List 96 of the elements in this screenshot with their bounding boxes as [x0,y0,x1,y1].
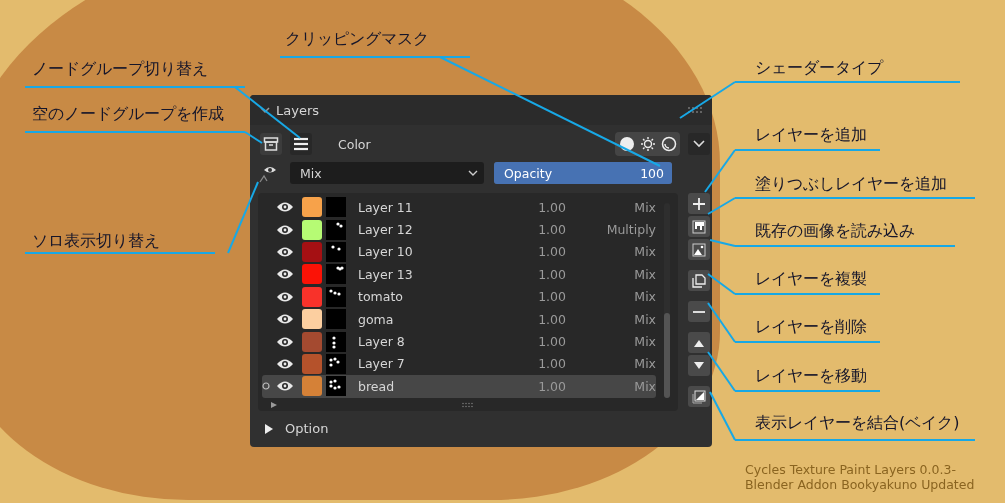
minus-icon [693,309,705,314]
merge-layers-button[interactable] [688,386,710,407]
color-swatch[interactable] [302,219,322,240]
remove-button[interactable] [688,301,710,322]
layer-name: tomato [357,289,404,305]
mask-thumbnail [326,353,346,374]
annotation-label: 既存の画像を読み込み [755,220,915,242]
layer-row[interactable]: Layer 13 1.00 Mix [262,263,656,286]
layer-row[interactable]: Layer 8 1.00 Mix [262,330,656,353]
layer-name: Layer 10 [357,244,414,260]
layer-name: goma [357,311,395,327]
annotation-label: レイヤーを削除 [755,316,867,338]
annotation-label: 表示レイヤーを結合(ベイク) [755,412,960,434]
up-triangle-icon [694,338,704,347]
opacity-slider[interactable]: Opacity 100 [494,162,672,184]
layer-blend-mode: Mix [633,311,656,327]
color-swatch[interactable] [302,376,322,397]
layer-opacity: 1.00 [537,222,566,238]
duplicate-button[interactable] [688,270,710,291]
panel-title: Layers [276,102,321,118]
mask-thumbnail [326,219,346,240]
annotation-label: シェーダータイプ [755,57,883,79]
add-button[interactable] [688,193,710,214]
mask-thumbnail [326,197,346,218]
fill-layer-button[interactable] [688,216,710,237]
dropdown-button[interactable] [688,133,710,155]
color-swatch[interactable] [302,353,322,374]
drag-handle-icon[interactable] [688,106,702,114]
layer-name: Layer 11 [357,199,414,215]
layer-blend-mode: Mix [633,266,656,282]
annotation-label: クリッピングマスク [285,28,429,50]
mask-thumbnail [326,331,346,352]
annotation-label: レイヤーを複製 [755,268,867,290]
color-swatch[interactable] [302,331,322,352]
layer-blend-mode: Mix [633,289,656,305]
annotation-label: 塗りつぶしレイヤーを追加 [755,173,947,195]
layer-name: Layer 7 [357,356,406,372]
color-swatch[interactable] [302,264,322,285]
color-swatch[interactable] [302,286,322,307]
annotation-label: ソロ表示切り替え [32,230,160,252]
move-down-button[interactable] [688,355,710,376]
layer-opacity: 1.00 [537,266,566,282]
resize-handle-icon[interactable] [462,401,474,408]
layer-name: Layer 8 [357,334,406,350]
color-swatch[interactable] [302,241,322,262]
annotation-label: レイヤーを追加 [755,124,867,146]
menu-button[interactable] [290,133,312,155]
chevron-down-icon [693,140,705,148]
expand-triangle-icon[interactable] [270,400,278,409]
annotation-label: 空のノードグループを作成 [32,103,224,125]
chevron-down-icon [468,170,478,176]
layer-blend-mode: Mix [633,199,656,215]
collapsed-triangle-icon[interactable] [264,423,273,434]
mask-thumbnail [326,264,346,285]
chevron-icon[interactable] [260,105,270,115]
color-swatch[interactable] [302,197,322,218]
option-label[interactable]: Option [285,421,329,436]
mask-thumbnail [326,286,346,307]
layer-row[interactable]: Layer 11 1.00 Mix [262,196,656,219]
mask-thumbnail [326,309,346,330]
layer-opacity: 1.00 [537,311,566,327]
caption: Cycles Texture Paint Layers 0.0.3- Blender Addon Bookyakuno Updated [745,462,975,492]
layer-blend-mode: Mix [633,356,656,372]
layer-opacity: 1.00 [537,378,566,394]
layer-row[interactable]: Layer 12 1.00 Multiply [262,218,656,241]
layer-opacity: 1.00 [537,334,566,350]
layer-opacity: 1.00 [537,289,566,305]
move-up-button[interactable] [688,332,710,353]
mask-thumbnail [326,241,346,262]
blend-mode-dropdown[interactable]: Mix [290,162,484,184]
layer-row[interactable]: Layer 7 1.00 Mix [262,352,656,376]
down-triangle-icon [694,361,704,370]
color-swatch[interactable] [302,309,322,330]
layer-row[interactable]: tomato 1.00 Mix [262,285,656,308]
layer-row[interactable]: goma 1.00 Mix [262,307,656,331]
scrollbar-thumb[interactable] [664,313,670,398]
layer-row[interactable]: bread 1.00 Mix [262,375,656,398]
layer-name: bread [357,378,396,394]
plus-icon [693,197,705,210]
layer-blend-mode: Mix [633,244,656,260]
layer-name: Layer 12 [357,222,414,238]
node-group-label: Color [338,136,372,152]
layer-opacity: 1.00 [537,356,566,372]
layer-row[interactable]: Layer 10 1.00 Mix [262,240,656,264]
layer-name: Layer 13 [357,266,414,282]
annotation-label: ノードグループ切り替え [32,58,208,80]
layer-blend-mode: Mix [633,334,656,350]
mask-thumbnail [326,376,346,397]
image-button[interactable] [688,239,710,260]
layer-blend-mode: Mix [633,378,656,394]
annotation-label: レイヤーを移動 [755,365,867,387]
active-dot-icon [262,382,270,391]
layer-opacity: 1.00 [537,199,566,215]
layer-opacity: 1.00 [537,244,566,260]
layer-blend-mode: Multiply [605,222,656,238]
archive-box-button[interactable] [260,133,282,155]
